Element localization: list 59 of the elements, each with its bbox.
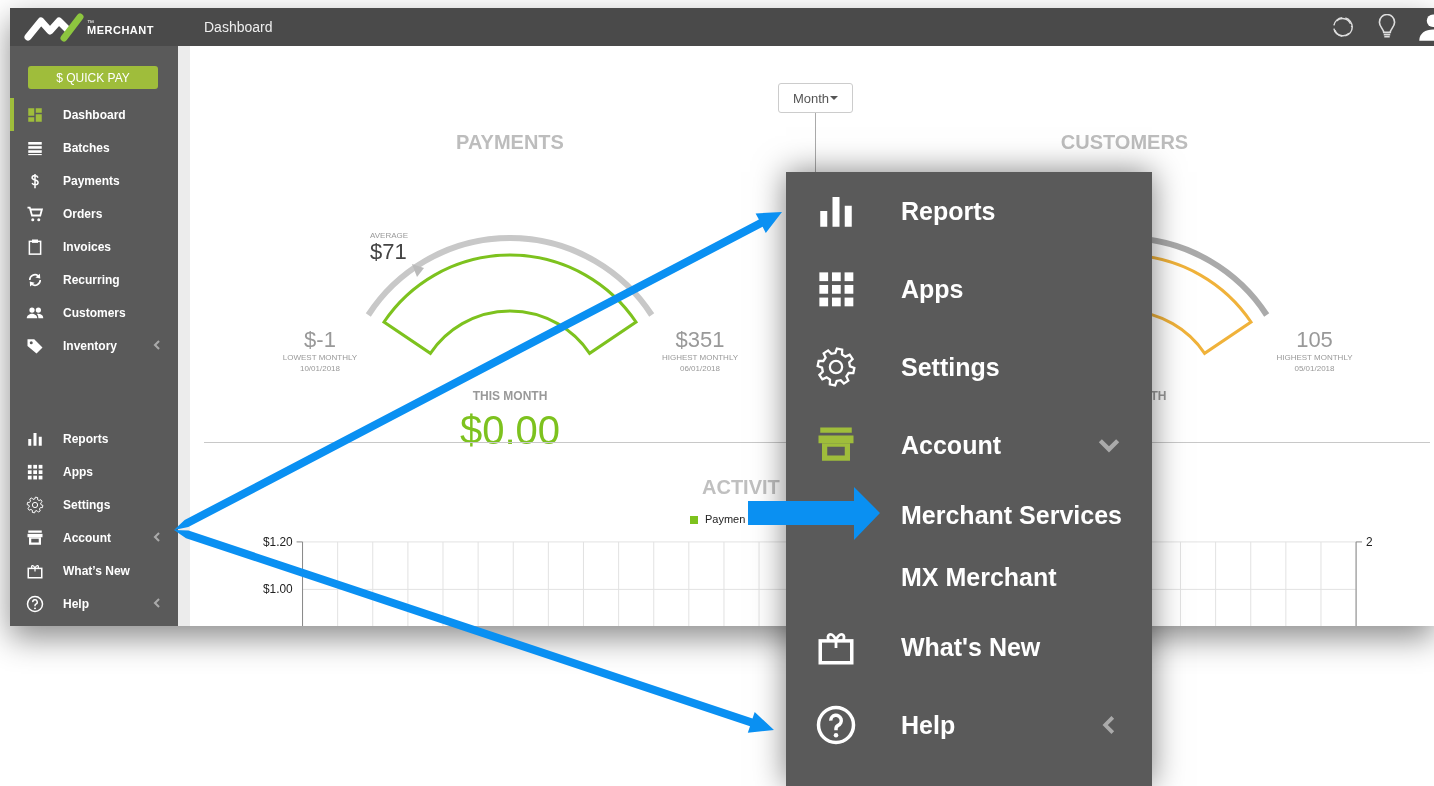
stat-date: 10/01/2018 <box>298 363 341 374</box>
axis-tick-label: $1.00 <box>262 582 293 597</box>
sidebar-item[interactable]: Recurring <box>10 263 178 296</box>
legend-swatch <box>690 515 698 524</box>
sidebar-item[interactable]: Batches <box>10 131 178 164</box>
settings-icon <box>815 346 857 388</box>
logo-icon <box>24 12 84 42</box>
stat-value: $351 <box>674 328 726 352</box>
this-month-label: TH <box>1149 389 1167 403</box>
sidebar-item[interactable]: Orders <box>10 197 178 230</box>
sidebar-item[interactable]: Payments <box>10 164 178 197</box>
help-icon <box>815 704 857 746</box>
refresh-icon[interactable] <box>1330 14 1356 40</box>
sidebar-item[interactable]: Apps <box>10 455 178 488</box>
menu-item[interactable]: Settings <box>786 328 1152 406</box>
stat-date: 06/01/2018 <box>678 363 721 374</box>
menu-item[interactable]: MX Merchant <box>786 546 1152 608</box>
sidebar-item[interactable]: Reports <box>10 422 178 455</box>
axis-tick-label: 2 <box>1366 534 1373 549</box>
grid-icon <box>26 462 44 481</box>
help-icon <box>26 594 44 613</box>
sidebar-item[interactable]: Customers <box>10 296 178 329</box>
menu-item[interactable]: Account <box>786 406 1152 484</box>
section-title: CUSTOMERS <box>1060 131 1189 153</box>
logo-text: MERCHANT <box>87 24 154 36</box>
store-icon <box>26 528 44 547</box>
average-label: AVERAGE <box>370 230 409 241</box>
sidebar-item[interactable]: Account <box>10 521 178 554</box>
sidebar-item[interactable]: Settings <box>10 488 178 521</box>
stat-date: 05/01/2018 <box>1293 363 1336 374</box>
axis-tick-label: $1.20 <box>262 534 293 549</box>
menu-item[interactable]: Reports <box>786 172 1152 250</box>
sidebar-item[interactable]: What’s New <box>10 554 178 587</box>
this-month-amount: $0.00 <box>459 407 561 453</box>
caret-icon <box>830 96 839 100</box>
stat-value: $-1 <box>303 328 337 352</box>
settings-icon <box>26 495 44 514</box>
sidebar-item[interactable]: Inventory <box>10 329 178 362</box>
clipboard-icon <box>26 237 44 256</box>
cart-icon <box>26 204 44 223</box>
average-value: $71 <box>370 241 408 263</box>
section-title: ACTIVIT <box>702 476 781 498</box>
section-title: PAYMENTS <box>456 131 564 153</box>
page-title: Dashboard <box>203 19 273 35</box>
menu-item[interactable]: Help <box>786 686 1152 764</box>
dashboard-icon <box>26 105 44 124</box>
sidebar-item[interactable]: Invoices <box>10 230 178 263</box>
this-month-label: THIS MONTH <box>472 389 548 403</box>
tag-icon <box>26 336 44 355</box>
stat-label: HIGHEST MONTHLY <box>1275 352 1354 363</box>
menu-item[interactable]: Apps <box>786 250 1152 328</box>
period-dropdown[interactable]: Month <box>778 83 853 113</box>
stat-label: LOWEST MONTHLY <box>281 352 359 363</box>
stat-label: HIGHEST MONTHLY <box>660 352 740 363</box>
menu-item[interactable]: Merchant Services <box>786 484 1152 546</box>
legend-label: Paymen <box>705 513 746 526</box>
stat-value: 105 <box>1295 328 1334 352</box>
menu-item[interactable]: What's New <box>786 608 1152 686</box>
sidebar-item[interactable]: Help <box>10 587 178 620</box>
